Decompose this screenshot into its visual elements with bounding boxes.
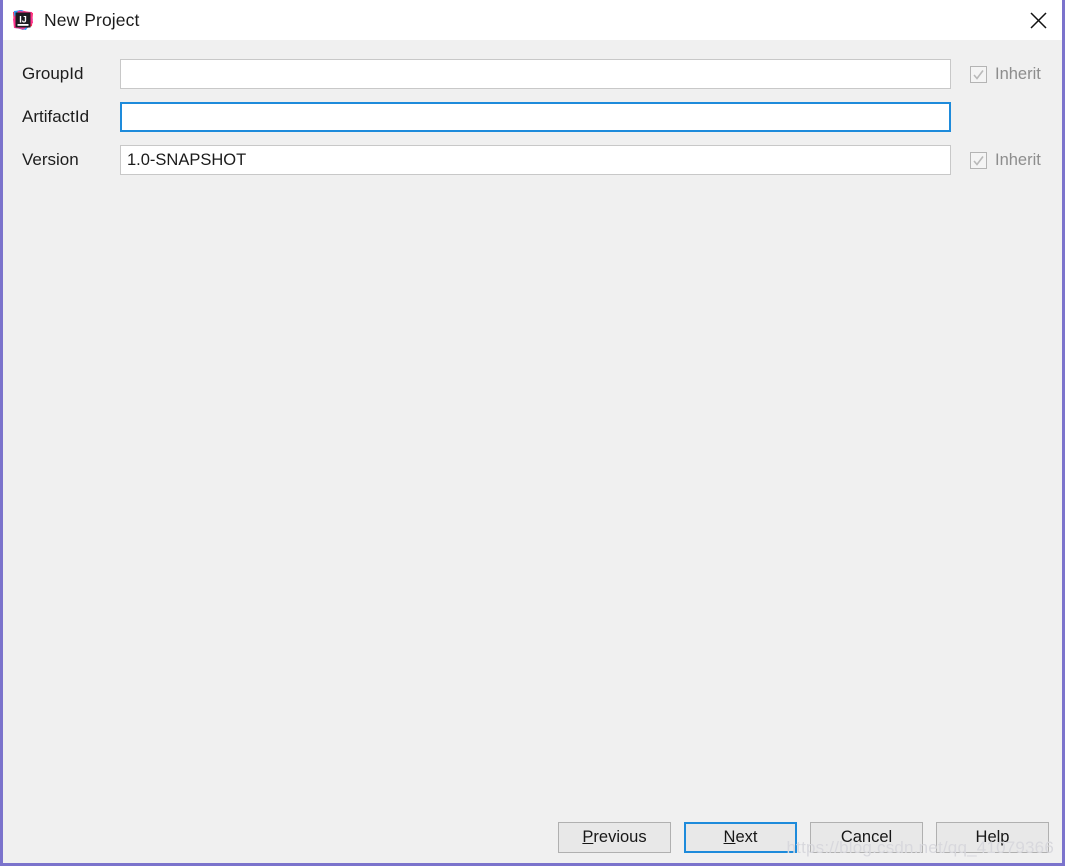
groupid-inherit-label: Inherit	[995, 64, 1041, 83]
next-button[interactable]: Next	[684, 822, 797, 853]
next-button-label: ext	[735, 828, 758, 846]
cancel-button-label: Cancel	[840, 828, 893, 846]
cancel-button[interactable]: Cancel	[810, 822, 923, 853]
form-row-version: Version Inherit	[3, 145, 1062, 175]
groupid-inherit-checkbox[interactable]: Inherit	[970, 65, 1041, 84]
previous-button-mnemonic: P	[582, 828, 594, 846]
groupid-input[interactable]	[120, 59, 951, 89]
previous-button[interactable]: Previous	[558, 822, 671, 853]
help-button[interactable]: Help	[936, 822, 1049, 853]
form-row-artifactid: ArtifactId	[3, 102, 1062, 132]
intellij-idea-logo-icon: IJ	[12, 9, 34, 31]
checkmark-icon	[970, 151, 987, 169]
dialog-footer: Previous Next Cancel Help	[3, 822, 1062, 853]
artifactid-field-wrap	[120, 102, 951, 132]
title-bar: IJ New Project	[3, 0, 1062, 40]
version-label: Version	[22, 150, 79, 169]
groupid-field-wrap	[120, 59, 951, 89]
version-field-wrap	[120, 145, 951, 175]
checkmark-icon	[970, 65, 987, 83]
maven-coordinates-form: GroupId Inherit ArtifactId Version 1.0-S…	[3, 40, 1062, 175]
new-project-dialog: IJ New Project GroupId Inherit ArtifactI…	[0, 0, 1065, 866]
version-inherit-checkbox[interactable]: Inherit	[970, 151, 1041, 170]
next-button-mnemonic: N	[723, 828, 736, 846]
svg-text:IJ: IJ	[19, 15, 27, 25]
form-row-groupid: GroupId Inherit	[3, 59, 1062, 89]
dialog-content: GroupId Inherit ArtifactId Version 1.0-S…	[3, 40, 1062, 863]
artifactid-label: ArtifactId	[22, 107, 90, 126]
help-button-label: Help	[975, 828, 1010, 846]
version-input[interactable]	[120, 145, 951, 175]
previous-button-label: revious	[593, 828, 647, 846]
groupid-label: GroupId	[22, 64, 84, 83]
artifactid-input[interactable]	[120, 102, 951, 132]
window-title: New Project	[44, 9, 140, 30]
close-icon[interactable]	[1015, 0, 1062, 40]
version-inherit-label: Inherit	[995, 150, 1041, 169]
